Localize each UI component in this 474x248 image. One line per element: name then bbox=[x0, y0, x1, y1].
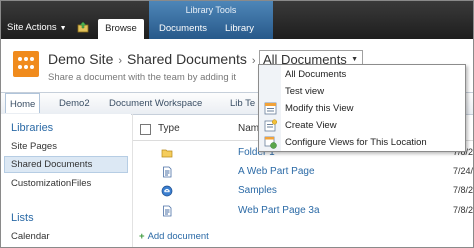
plus-icon: + bbox=[139, 231, 145, 242]
menu-item-label: Modify this View bbox=[285, 103, 354, 114]
menu-item-label: All Documents bbox=[285, 69, 347, 80]
configure-views-icon bbox=[264, 136, 277, 149]
row-name-link[interactable]: A Web Part Page bbox=[238, 166, 315, 177]
topnav-demo2[interactable]: Demo2 bbox=[59, 93, 90, 114]
site-actions-menu[interactable]: Site Actions ▼ bbox=[7, 22, 67, 33]
site-logo-icon[interactable] bbox=[13, 51, 39, 77]
ql-item-site-pages[interactable]: Site Pages bbox=[11, 141, 57, 152]
ribbon: Site Actions ▼ Browse Library Tools Docum… bbox=[1, 1, 473, 39]
document-icon[interactable] bbox=[161, 205, 173, 217]
column-header-name[interactable]: Nam bbox=[238, 123, 259, 134]
add-document-label: Add document bbox=[147, 231, 209, 242]
tab-browse[interactable]: Browse bbox=[98, 19, 144, 39]
menu-item-modify-view[interactable]: Modify this View bbox=[259, 100, 465, 117]
menu-item-label: Create View bbox=[285, 120, 337, 131]
web-page-icon[interactable] bbox=[161, 185, 173, 197]
ql-item-calendar[interactable]: Calendar bbox=[11, 231, 50, 242]
view-dropdown-menu: All Documents Test view Modify this View… bbox=[258, 64, 466, 152]
row-modified: 7/24/20 bbox=[453, 166, 474, 176]
menu-item-label: Configure Views for This Location bbox=[285, 137, 427, 148]
row-modified: 7/8/20 bbox=[453, 205, 474, 215]
site-actions-label: Site Actions bbox=[7, 22, 57, 33]
breadcrumb-separator: › bbox=[118, 55, 123, 67]
ql-heading-libraries[interactable]: Libraries bbox=[11, 122, 53, 134]
modify-view-icon bbox=[264, 102, 277, 115]
topnav-lib-te[interactable]: Lib Te bbox=[230, 93, 255, 114]
row-name-link[interactable]: Samples bbox=[238, 185, 277, 196]
create-view-icon bbox=[264, 119, 277, 132]
ql-heading-lists[interactable]: Lists bbox=[11, 212, 34, 224]
menu-item-configure-views[interactable]: Configure Views for This Location bbox=[259, 134, 465, 151]
breadcrumb-library-link[interactable]: Shared Documents bbox=[127, 51, 247, 67]
topnav-home[interactable]: Home bbox=[5, 93, 41, 113]
select-all-checkbox[interactable] bbox=[140, 124, 151, 135]
topnav-document-workspace[interactable]: Document Workspace bbox=[109, 93, 202, 114]
document-icon[interactable] bbox=[161, 166, 173, 178]
menu-item-label: Test view bbox=[285, 86, 325, 97]
breadcrumb-separator: › bbox=[251, 55, 256, 67]
row-modified: 7/8/20 bbox=[453, 185, 474, 195]
quick-launch: Libraries Site Pages Shared Documents Cu… bbox=[1, 114, 131, 247]
breadcrumb: Demo Site › Shared Documents › bbox=[48, 51, 261, 67]
library-description: Share a document with the team by adding… bbox=[48, 72, 237, 83]
menu-item-test-view[interactable]: Test view bbox=[259, 83, 465, 100]
menu-item-all-documents[interactable]: All Documents bbox=[259, 66, 465, 83]
navigate-up-icon[interactable] bbox=[77, 21, 89, 33]
row-name-link[interactable]: Web Part Page 3a bbox=[238, 205, 320, 216]
sharepoint-window: Site Actions ▼ Browse Library Tools Docum… bbox=[0, 0, 474, 248]
folder-icon[interactable] bbox=[161, 147, 173, 159]
breadcrumb-site-link[interactable]: Demo Site bbox=[48, 51, 113, 67]
library-tools-label: Library Tools bbox=[185, 5, 237, 15]
tab-documents[interactable]: Documents bbox=[159, 23, 207, 34]
library-tools-group: Library Tools Documents Library bbox=[149, 1, 273, 39]
add-document-link[interactable]: + Add document bbox=[139, 231, 209, 242]
ql-item-customizationfiles[interactable]: CustomizationFiles bbox=[11, 178, 91, 189]
menu-item-create-view[interactable]: Create View bbox=[259, 117, 465, 134]
chevron-down-icon: ▼ bbox=[59, 25, 67, 32]
tab-library[interactable]: Library bbox=[225, 23, 254, 34]
ql-item-shared-documents[interactable]: Shared Documents bbox=[11, 159, 92, 170]
column-header-type[interactable]: Type bbox=[158, 123, 180, 134]
